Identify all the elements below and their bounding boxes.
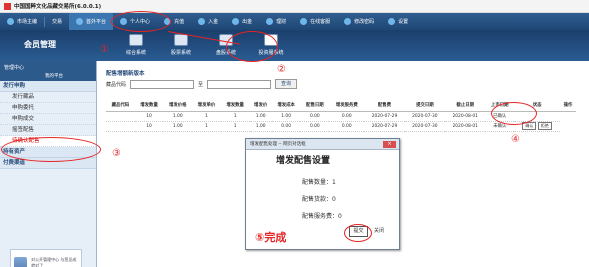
nav-finance[interactable]: 理财	[259, 13, 293, 30]
annotation-step-1: ①	[100, 44, 109, 55]
stock-icon	[174, 34, 188, 46]
nav-recharge[interactable]: 充值	[157, 13, 191, 30]
finance-icon	[266, 18, 274, 25]
sidebar-item-issue-collection[interactable]: 发行藏品	[0, 92, 96, 103]
promo-text: 对公开管理中心 与您见成就对了	[31, 257, 77, 267]
nav-personal-center[interactable]: 个人中心	[113, 13, 157, 30]
code-start-input[interactable]	[130, 79, 195, 89]
submit-button[interactable]: 提交	[349, 226, 368, 237]
nav-deposit[interactable]: 入金	[191, 13, 225, 30]
investment-icon	[264, 34, 278, 46]
page-title: 配售增额新版本	[106, 71, 145, 77]
nav-market[interactable]: 市场主编	[0, 13, 44, 30]
sidebar-item-subscription-order[interactable]: 申购委托	[0, 103, 96, 114]
window-titlebar: 中国国粹文化品藏交易所(6.0.0.1)	[0, 0, 589, 13]
sidebar-item-pending-placement[interactable]: 待确认配售	[0, 136, 96, 147]
table-row: 10 1.00 1 1 1.00 0.00 0.00 0.00 2020-07-29 2020-0…	[106, 121, 576, 132]
code-end-input[interactable]	[207, 79, 272, 89]
gear-icon	[388, 18, 396, 25]
nav-withdraw[interactable]: 出金	[225, 13, 259, 30]
sidebar-section-issue[interactable]: 发行申购	[0, 81, 96, 92]
market-icon	[7, 18, 14, 25]
withdraw-icon	[232, 18, 240, 25]
nav-change-password[interactable]: 修改密码	[337, 13, 381, 30]
placement-payment: 配售货款：0	[302, 196, 336, 203]
nav-first-platform[interactable]: 首外平台	[69, 13, 114, 30]
recharge-icon	[164, 18, 172, 25]
placement-service-fee: 配售服务费：0	[302, 213, 342, 220]
sidebar: 管理中心 我的平台 发行申购 发行藏品 申购委托 申购成交 摇签配售 待确认配售…	[0, 61, 97, 267]
app-icon	[4, 2, 11, 10]
module-comprehensive[interactable]: 综合系统	[121, 34, 151, 59]
nav-settings[interactable]: 设置	[381, 13, 415, 30]
sidebar-section-assets[interactable]: 持有资产	[0, 147, 96, 158]
confirm-placement-button[interactable]: 确认	[522, 122, 537, 130]
annotation-step-2: ②	[277, 64, 286, 75]
sidebar-section-payment[interactable]: 付费渠道	[0, 158, 96, 169]
filter-bar: 藏品代码 至 查询	[106, 79, 298, 89]
app-window: 中国国粹文化品藏交易所(6.0.0.1) 市场主编 交易 首外平台 个人中心 充…	[0, 0, 589, 267]
reject-placement-button[interactable]: 拒绝	[537, 122, 552, 130]
module-stock[interactable]: 股票系统	[166, 34, 196, 59]
module-investment[interactable]: 投资服系统	[256, 34, 286, 59]
annotation-step-4: ④	[511, 134, 520, 145]
to-label: 至	[198, 81, 204, 88]
sidebar-promo-box[interactable]: 对公开管理中心 与您见成就对了	[10, 249, 82, 267]
query-button[interactable]: 查询	[275, 79, 298, 89]
comprehensive-icon	[129, 34, 143, 46]
table-row: 10 1.00 1 1 1.00 1.00 0.00 0.00 2020-07-29 2020-0…	[106, 111, 576, 122]
nav-online-service[interactable]: 在线客服	[293, 13, 337, 30]
promo-image	[14, 256, 28, 267]
person-icon	[120, 18, 128, 25]
placement-quantity: 配售数量：1	[302, 179, 336, 186]
placement-table: 藏品代码 增发数量 增发价格 增发单价 增发数量 增发价 增发成本 配售日期 增…	[106, 100, 576, 132]
module-disk[interactable]: 盘股系统	[211, 34, 241, 59]
annotation-step-5: ⑤完成	[255, 231, 287, 244]
dialog-close-button[interactable]: ×	[383, 141, 396, 148]
module-banner	[0, 30, 589, 61]
dialog-title: 增发配售处理 -- 网页对话框	[246, 139, 399, 150]
platform-icon	[76, 18, 84, 25]
key-icon	[344, 18, 352, 25]
close-button[interactable]: 关闭	[374, 227, 384, 234]
dialog-heading: 增发配售设置	[276, 156, 331, 166]
top-navigation: 市场主编 交易 首外平台 个人中心 充值 入金 出金 理财 在线客服 修改密码 …	[0, 13, 589, 30]
row-actions: 确认 拒绝	[514, 121, 561, 132]
sidebar-header: 管理中心 我的平台	[0, 61, 96, 81]
sidebar-item-lottery[interactable]: 摇签配售	[0, 125, 96, 136]
annotation-step-3: ③	[112, 148, 121, 159]
service-icon	[300, 18, 308, 25]
filter-label: 藏品代码	[106, 81, 127, 88]
nav-trade[interactable]: 交易	[45, 13, 69, 30]
sidebar-item-subscription-deal[interactable]: 申购成交	[0, 114, 96, 125]
window-title: 中国国粹文化品藏交易所(6.0.0.1)	[14, 4, 102, 10]
deposit-icon	[198, 18, 206, 25]
member-management-title: 会员管理	[24, 40, 56, 49]
table-header-row: 藏品代码 增发数量 增发价格 增发单价 增发数量 增发价 增发成本 配售日期 增…	[106, 100, 576, 112]
